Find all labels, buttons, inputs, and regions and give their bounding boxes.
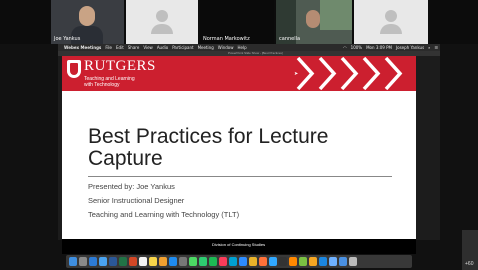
- presenter-line: Presented by: Joe Yankus: [88, 182, 175, 191]
- calendar-icon[interactable]: [139, 257, 147, 266]
- word-icon[interactable]: [109, 257, 117, 266]
- participant-name: Joe Yankus: [54, 36, 81, 42]
- launchpad-icon[interactable]: [79, 257, 87, 266]
- avatar-icon: [385, 10, 397, 22]
- messages-icon[interactable]: [189, 257, 197, 266]
- user-name[interactable]: Joseph Yankus: [394, 45, 426, 50]
- chevron-4: [362, 56, 381, 91]
- keynote-icon[interactable]: [319, 257, 327, 266]
- vlc-icon[interactable]: [289, 257, 297, 266]
- trash-icon[interactable]: [349, 257, 357, 266]
- preferences-icon[interactable]: [179, 257, 187, 266]
- wifi-icon[interactable]: ◠: [341, 45, 349, 50]
- slide-banner: RUTGERS Teaching and Learning with Techn…: [62, 56, 416, 91]
- safari-icon[interactable]: [89, 257, 97, 266]
- excel-icon[interactable]: [119, 257, 127, 266]
- facetime-icon[interactable]: [199, 257, 207, 266]
- avatar-icon: [156, 10, 168, 22]
- webex-icon[interactable]: [229, 257, 237, 266]
- spotify-icon[interactable]: [209, 257, 217, 266]
- dock: [66, 255, 412, 268]
- powerpoint-icon[interactable]: [129, 257, 137, 266]
- participant-strip: Joe Yankus Norman Markowitz cannella: [0, 0, 478, 44]
- photos-icon[interactable]: [159, 257, 167, 266]
- firefox-icon[interactable]: [259, 257, 267, 266]
- participant-name: cannella: [279, 36, 301, 42]
- mail-icon[interactable]: [99, 257, 107, 266]
- shield-inner: [70, 63, 78, 75]
- brand-logo-text: RUTGERS: [84, 58, 156, 74]
- menu-window[interactable]: Window: [216, 45, 236, 50]
- chevron-5: [384, 56, 403, 91]
- participant-tile-norman-markowitz[interactable]: Norman Markowitz: [200, 0, 274, 44]
- menu-list-icon[interactable]: ☰: [432, 45, 440, 50]
- footer-text: Division of Continuing Studies: [212, 242, 266, 247]
- slide: RUTGERS Teaching and Learning with Techn…: [62, 56, 416, 239]
- brand-subtitle: Teaching and Learning with Technology: [84, 76, 135, 88]
- avatar-body: [151, 24, 173, 34]
- slide-footer: Division of Continuing Studies: [62, 239, 416, 254]
- participant-tile-avatar[interactable]: [126, 0, 198, 44]
- slide-title-line-2: Capture: [88, 147, 163, 170]
- chevron-2: [318, 56, 337, 91]
- chevron-1: [296, 56, 315, 91]
- presenter-department: Teaching and Learning with Technology (T…: [88, 210, 240, 219]
- menu-view[interactable]: View: [141, 45, 155, 50]
- slide-title-line-1: Best Practices for Lecture: [88, 125, 329, 148]
- webex-meeting-screen: Joe Yankus Norman Markowitz cannella Web…: [0, 0, 478, 270]
- participant-tile-cannella[interactable]: cannella: [276, 0, 352, 44]
- brand-sub-line-2: with Technology: [84, 82, 120, 88]
- menu-audio[interactable]: Audio: [155, 45, 170, 50]
- terminal-icon[interactable]: [279, 257, 287, 266]
- menu-bar: Webex Meetings File Edit Share View Audi…: [58, 44, 440, 51]
- chevron-3: [340, 56, 359, 91]
- chrome-icon[interactable]: [249, 257, 257, 266]
- pages-icon[interactable]: [309, 257, 317, 266]
- status-area: ◠ 100% Mon 3:09 PM Joseph Yankus ⌕ ☰: [341, 45, 440, 50]
- slide-title: Best Practices for Lecture Capture: [88, 126, 328, 170]
- folder-icon[interactable]: [329, 257, 337, 266]
- title-divider: [88, 176, 392, 177]
- zoom-icon[interactable]: [239, 257, 247, 266]
- menu-meeting[interactable]: Meeting: [196, 45, 216, 50]
- avatar-body: [380, 24, 402, 34]
- maps-icon[interactable]: [299, 257, 307, 266]
- participant-tile-joe-yankus[interactable]: Joe Yankus: [51, 0, 124, 44]
- notes-icon[interactable]: [149, 257, 157, 266]
- appstore-icon[interactable]: [169, 257, 177, 266]
- presenter-role: Senior Instructional Designer: [88, 196, 185, 205]
- menu-participant[interactable]: Participant: [170, 45, 195, 50]
- participant-tile-avatar[interactable]: [354, 0, 428, 44]
- music-icon[interactable]: [219, 257, 227, 266]
- downloads-icon[interactable]: [339, 257, 347, 266]
- background-plant: [320, 0, 352, 30]
- participant-face: [306, 10, 320, 28]
- mouse-cursor-icon: ➤: [294, 71, 299, 77]
- menu-help[interactable]: Help: [236, 45, 249, 50]
- menu-share[interactable]: Share: [126, 45, 142, 50]
- participant-face: [79, 6, 95, 26]
- menu-edit[interactable]: Edit: [114, 45, 126, 50]
- finder-icon[interactable]: [69, 257, 77, 266]
- window-title: PowerPoint Slide Show - [Best Practices]: [228, 51, 283, 55]
- photoshop-icon[interactable]: [269, 257, 277, 266]
- more-participants-count[interactable]: +60: [465, 261, 473, 267]
- participant-name: Norman Markowitz: [203, 36, 250, 42]
- menu-app-name[interactable]: Webex Meetings: [62, 45, 103, 50]
- clock[interactable]: Mon 3:09 PM: [364, 45, 394, 50]
- menu-file[interactable]: File: [103, 45, 114, 50]
- battery-level[interactable]: 100%: [349, 45, 364, 50]
